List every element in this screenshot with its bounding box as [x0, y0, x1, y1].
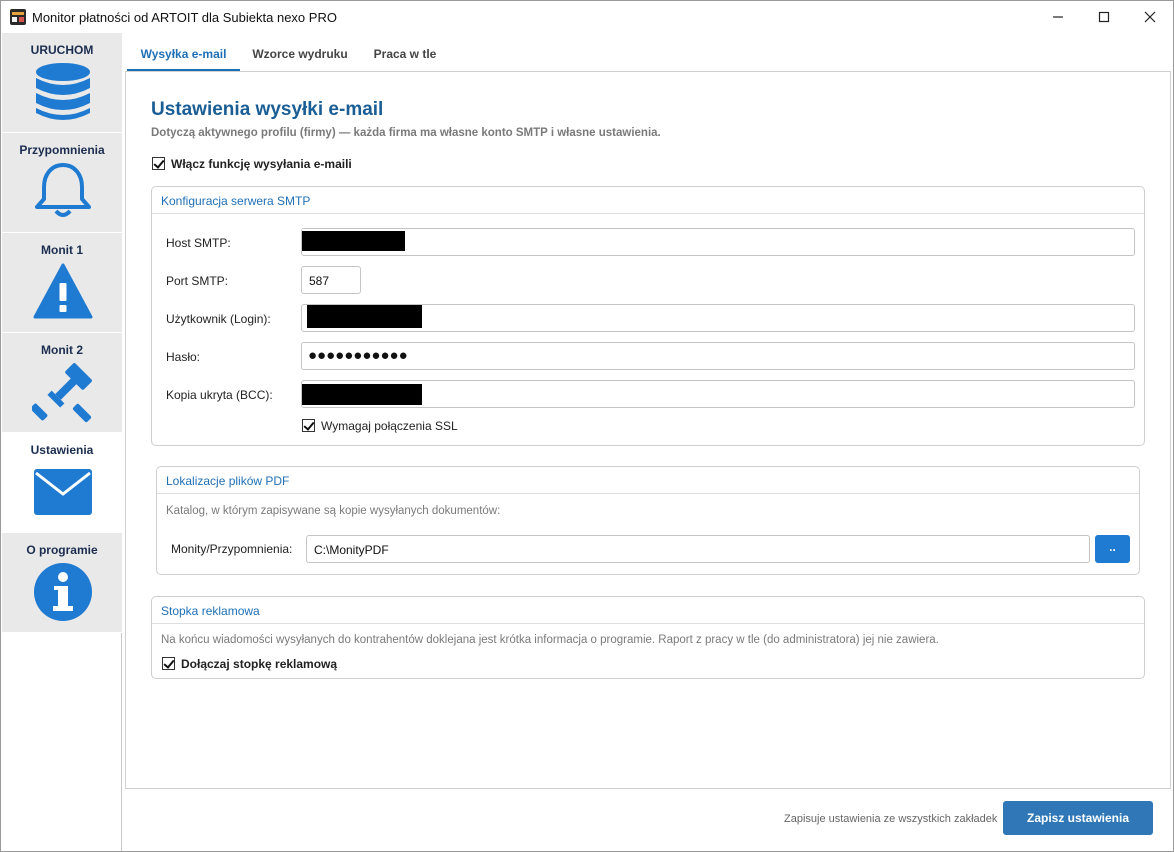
enable-email-label: Włącz funkcję wysyłania e-maili: [171, 157, 352, 171]
page-subtitle: Dotyczą aktywnego profilu (firmy) — każd…: [151, 127, 661, 139]
enable-email-checkbox[interactable]: [152, 157, 165, 170]
footer-ad-checkbox[interactable]: [162, 657, 175, 670]
smtp-host-label: Host SMTP:: [166, 236, 231, 250]
app-logo-icon: [10, 9, 26, 25]
tab-praca-w-tle[interactable]: Praca w tle: [365, 37, 445, 71]
tab-bar: Wysyłka e-mail Wzorce wydruku Praca w tl…: [125, 37, 1171, 72]
app-window: Monitor płatności od ARTOIT dla Subiekta…: [0, 0, 1174, 852]
tab-wzorce-wydruku[interactable]: Wzorce wydruku: [245, 37, 355, 71]
pdf-path-input[interactable]: C:\MonityPDF: [306, 535, 1090, 563]
pdf-description: Katalog, w którym zapisywane są kopie wy…: [166, 505, 501, 517]
window-title: Monitor płatności od ARTOIT dla Subiekta…: [32, 10, 337, 25]
pdf-path-label: Monity/Przypomnienia:: [171, 542, 293, 556]
ssl-label: Wymagaj połączenia SSL: [321, 419, 458, 433]
group-header: Lokalizacje plików PDF: [157, 467, 1139, 494]
smtp-password-input[interactable]: ●●●●●●●●●●●: [301, 342, 1135, 370]
redaction-block: [302, 384, 422, 405]
warning-icon: [33, 263, 93, 319]
group-header: Konfiguracja serwera SMTP: [152, 187, 1144, 214]
smtp-host-input[interactable]: [301, 228, 1135, 256]
page-title: Ustawienia wysyłki e-mail: [151, 99, 384, 120]
group-title: Konfiguracja serwera SMTP: [161, 194, 311, 208]
browse-folder-button[interactable]: ..: [1095, 535, 1130, 563]
smtp-password-label: Hasło:: [166, 350, 201, 364]
bell-icon: [35, 163, 91, 217]
save-hint: Zapisuje ustawienia ze wszystkich zakład…: [784, 813, 998, 825]
sidebar-item-o-programie[interactable]: O programie: [2, 533, 122, 633]
group-header: Stopka reklamowa: [152, 597, 1144, 624]
tab-wysylka-email[interactable]: Wysyłka e-mail: [127, 37, 240, 71]
sidebar-item-uruchom[interactable]: URUCHOM: [2, 33, 122, 133]
smtp-port-label: Port SMTP:: [166, 274, 229, 288]
redaction-block: [307, 305, 422, 328]
sidebar-item-label: Monit 2: [41, 343, 83, 357]
sidebar-item-label: Przypomnienia: [19, 143, 105, 157]
smtp-bcc-input[interactable]: [301, 380, 1135, 408]
sidebar-item-monit-1[interactable]: Monit 1: [2, 233, 122, 333]
sidebar-item-label: Ustawienia: [30, 443, 94, 457]
smtp-user-label: Użytkownik (Login):: [166, 312, 271, 326]
database-icon: [36, 63, 90, 120]
sidebar-item-ustawienia[interactable]: Ustawienia: [2, 433, 122, 533]
sidebar-item-przypomnienia[interactable]: Przypomnienia: [2, 133, 122, 233]
maximize-button[interactable]: [1081, 1, 1127, 33]
ssl-checkbox[interactable]: [302, 419, 315, 432]
sidebar-item-label: URUCHOM: [30, 43, 94, 57]
group-title: Stopka reklamowa: [161, 604, 260, 618]
minimize-icon: [1053, 16, 1063, 18]
sidebar: URUCHOM Przypomnienia Monit 1 Monit 2 Us…: [2, 33, 122, 851]
close-button[interactable]: [1127, 1, 1173, 33]
footer-ad-description: Na końcu wiadomości wysyłanych do kontra…: [161, 634, 939, 646]
minimize-button[interactable]: [1035, 1, 1081, 33]
save-settings-button[interactable]: Zapisz ustawienia: [1003, 801, 1153, 835]
info-icon: [34, 563, 92, 621]
smtp-user-input[interactable]: [301, 304, 1135, 332]
sidebar-item-monit-2[interactable]: Monit 2: [2, 333, 122, 433]
maximize-icon: [1098, 11, 1110, 23]
gavel-icon: [32, 363, 92, 423]
sidebar-item-label: Monit 1: [41, 243, 83, 257]
redaction-block: [302, 231, 405, 251]
smtp-port-input[interactable]: 587: [301, 266, 361, 294]
smtp-bcc-label: Kopia ukryta (BCC):: [166, 388, 273, 402]
sidebar-item-label: O programie: [26, 543, 98, 557]
title-bar: Monitor płatności od ARTOIT dla Subiekta…: [1, 1, 1173, 33]
envelope-icon: [34, 469, 92, 515]
close-icon: [1144, 11, 1156, 23]
footer-ad-label: Dołączaj stopkę reklamową: [181, 657, 338, 671]
group-title: Lokalizacje plików PDF: [166, 474, 290, 488]
